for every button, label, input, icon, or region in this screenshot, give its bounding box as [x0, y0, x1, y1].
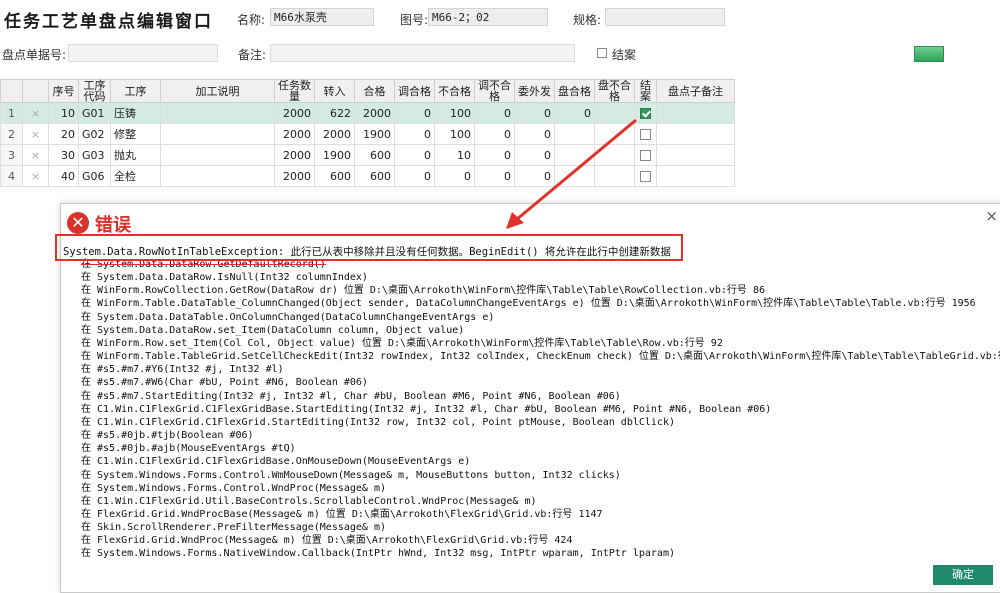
annotation-arrow: [506, 118, 637, 229]
